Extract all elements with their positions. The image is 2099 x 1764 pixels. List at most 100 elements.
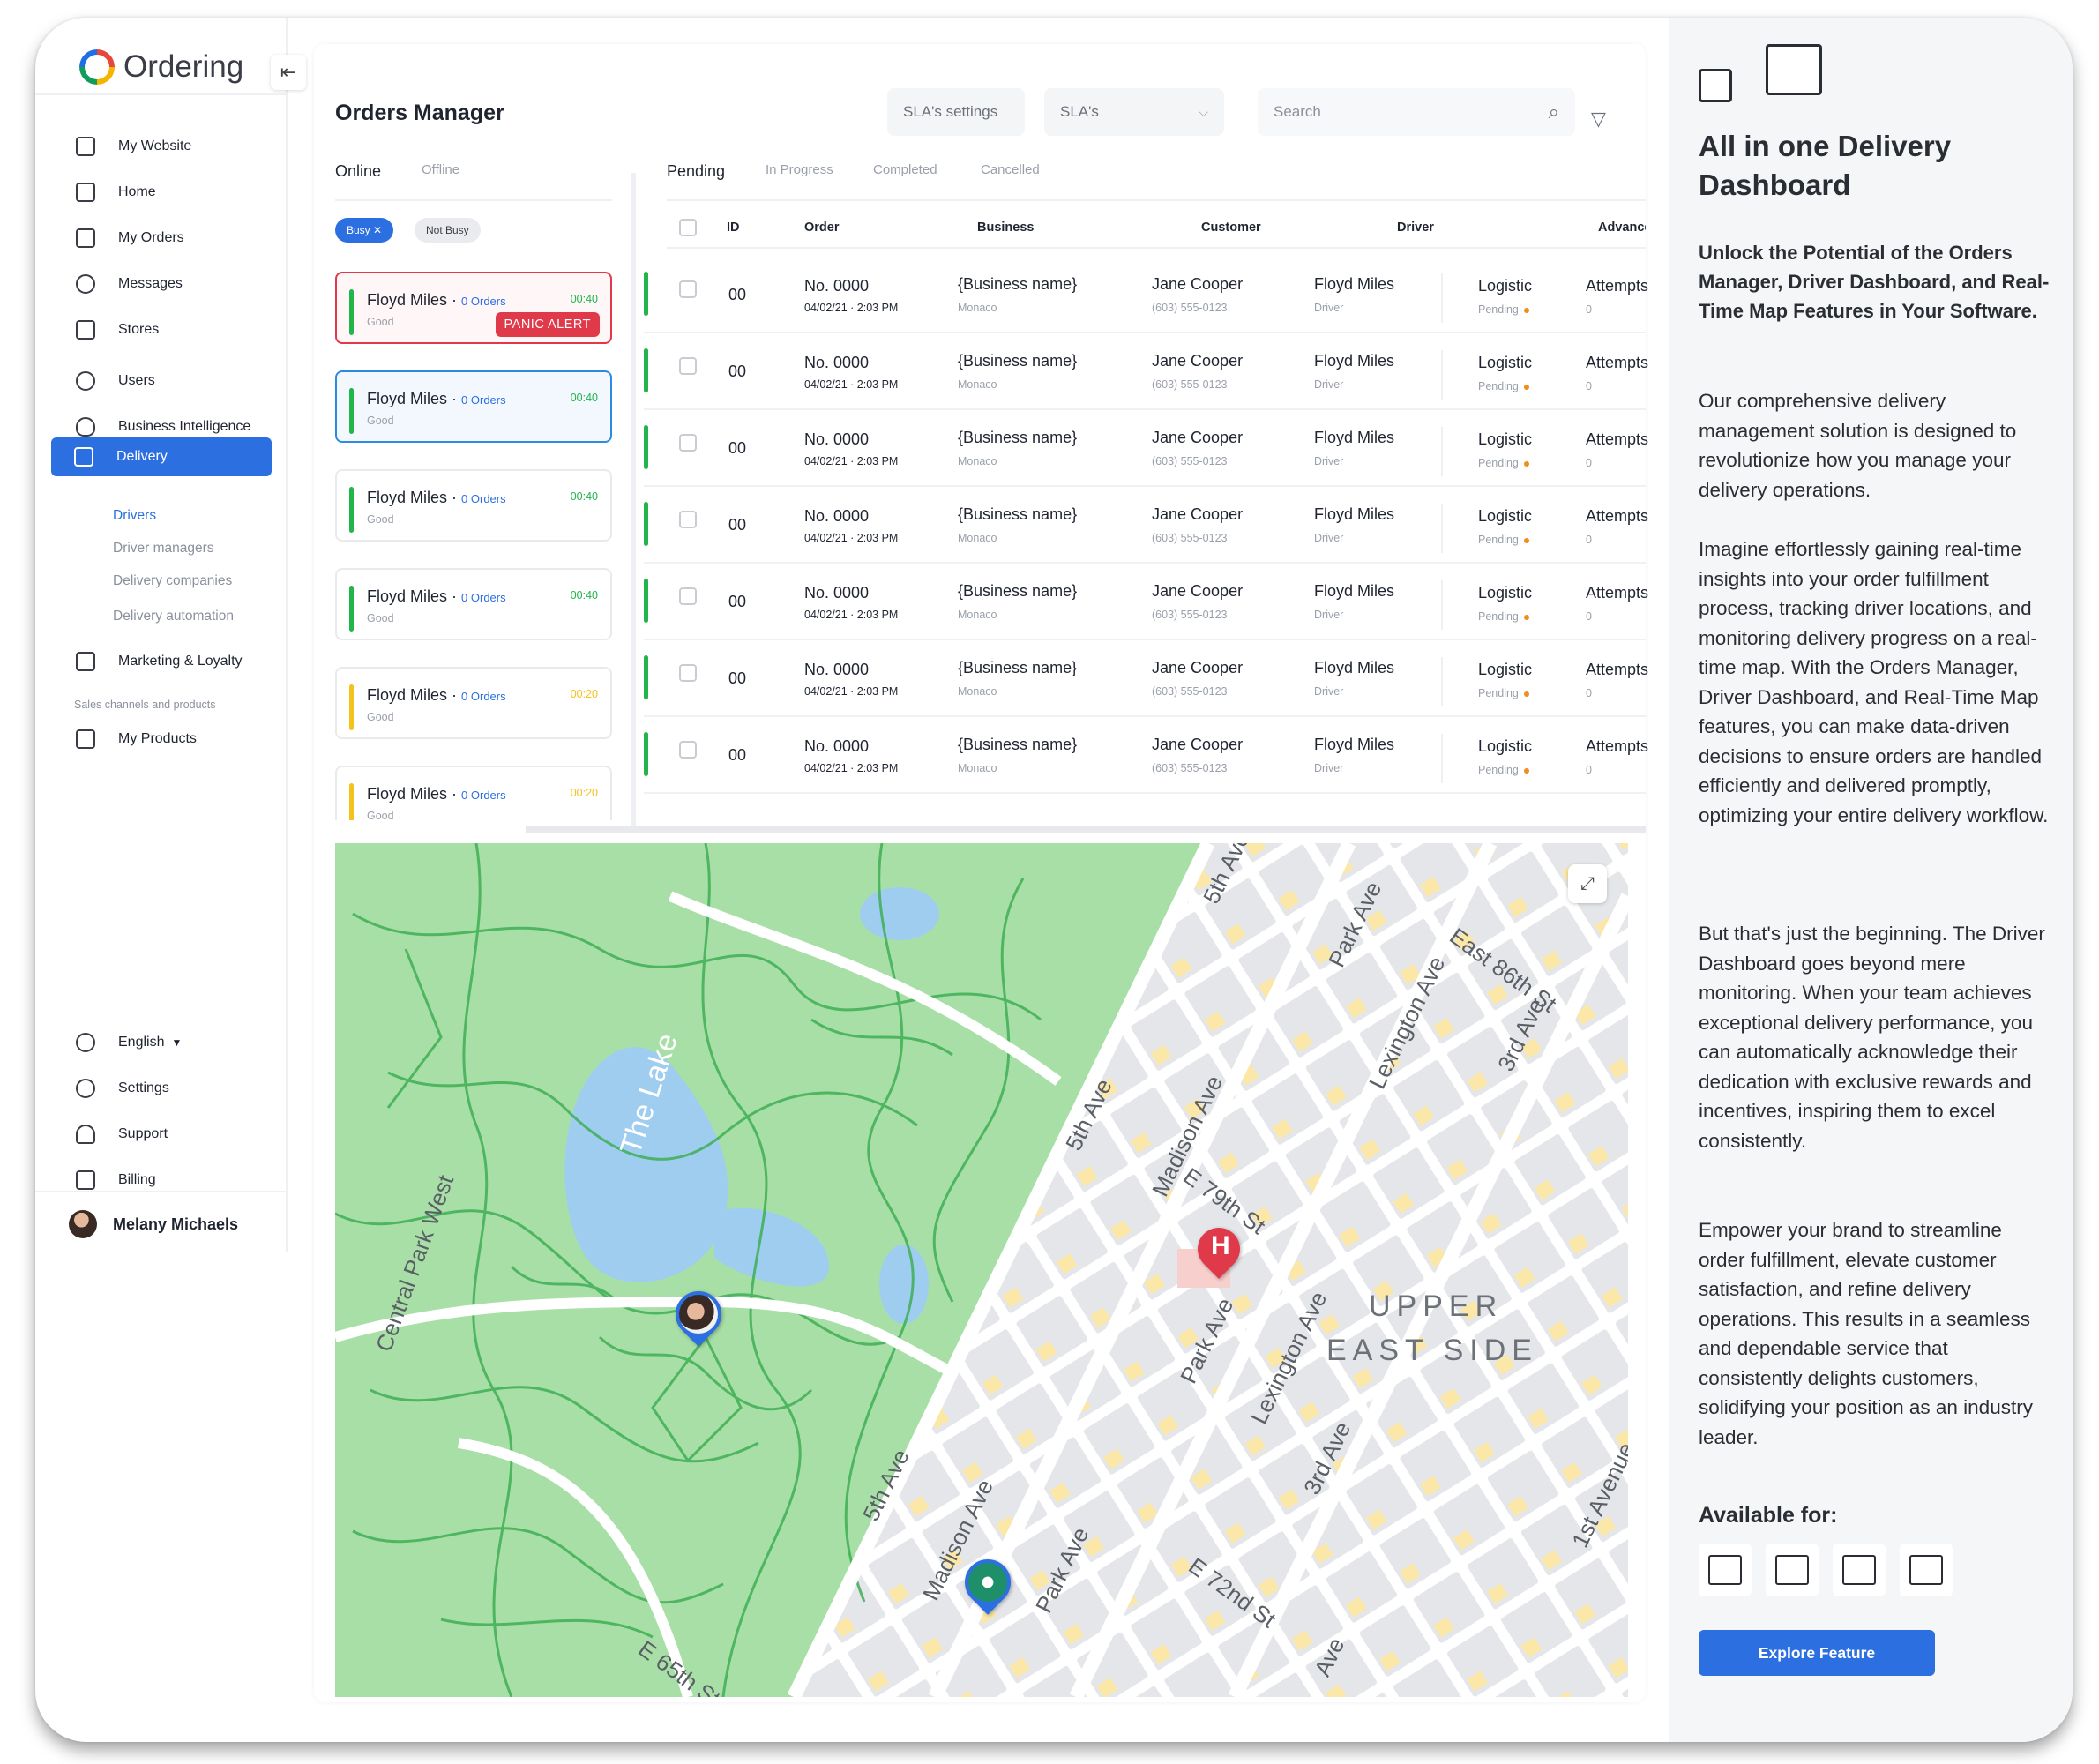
cell-divider (1441, 273, 1443, 323)
chart-line-icon (76, 652, 95, 671)
business-city: Monaco (958, 455, 997, 467)
order-number[interactable]: No. 0000 (804, 737, 869, 756)
driver-name: Floyd Miles (1314, 352, 1395, 370)
driver-status: Good (367, 513, 394, 526)
logistic-label: Logistic (1478, 584, 1533, 602)
driver-name: Floyd Miles (367, 390, 448, 407)
driver-name: Floyd Miles (367, 489, 448, 506)
chevron-down-icon: ⌵ (1199, 104, 1208, 119)
driver-status-bar (349, 586, 354, 632)
panic-alert-badge[interactable]: PANIC ALERT (495, 312, 600, 337)
dashboard-screen-icon (1766, 44, 1822, 95)
driver-name: Floyd Miles (367, 291, 448, 309)
sidebar-item-users[interactable]: Users (53, 362, 273, 400)
select-all-checkbox[interactable] (679, 219, 697, 236)
sidebar-item-delivery[interactable]: Delivery (51, 437, 272, 476)
order-row-checkbox[interactable] (679, 434, 697, 452)
search-input[interactable]: Search ⌕ (1258, 88, 1575, 136)
sidebar-item-messages[interactable]: Messages (53, 265, 273, 303)
driver-name: Floyd Miles (1314, 736, 1395, 753)
tab-cancelled[interactable]: Cancelled (981, 162, 1040, 177)
tab-divider (335, 199, 612, 201)
order-number[interactable]: No. 0000 (804, 584, 869, 602)
logistic-state: Pending (1478, 534, 1529, 546)
attempts-count: 0 (1586, 764, 1592, 776)
driver-card[interactable]: Floyd Miles · 0 Orders Good 00:20 (335, 667, 612, 739)
driver-card[interactable]: Floyd Miles · 0 Orders Good 00:40 (335, 568, 612, 640)
driver-orders-count: 0 Orders (461, 591, 506, 604)
language-selector[interactable]: English ▼ (53, 1023, 273, 1062)
driver-name: Floyd Miles (367, 686, 448, 704)
tab-divider (667, 199, 1646, 201)
driver-card[interactable]: Floyd Miles · 0 Orders Good 00:40 (335, 469, 612, 542)
list-icon (76, 228, 95, 248)
feature-paragraph: But that's just the beginning. The Drive… (1699, 923, 2045, 1152)
driver-status-bar (349, 289, 354, 335)
explore-feature-button[interactable]: Explore Feature (1699, 1630, 1935, 1676)
tab-offline[interactable]: Offline (422, 162, 459, 177)
attempts-count: 0 (1586, 380, 1592, 392)
order-id: 00 (728, 593, 747, 610)
expand-map-icon[interactable]: ⤢ (1568, 864, 1607, 903)
order-number[interactable]: No. 0000 (804, 430, 869, 449)
order-row-checkbox[interactable] (679, 741, 697, 759)
hospital-icon: H (1211, 1231, 1230, 1260)
tab-pending[interactable]: Pending (667, 162, 725, 181)
feature-paragraph: Imagine effortlessly gaining real-time i… (1699, 538, 2049, 826)
customer-phone: (603) 555-0123 (1152, 532, 1228, 544)
sidebar-section-caption: Sales channels and products (74, 699, 216, 711)
user-profile[interactable]: Melany Michaels (69, 1210, 238, 1238)
pending-dot-icon (1523, 307, 1529, 313)
order-id: 00 (728, 439, 747, 457)
attempts-count: 0 (1586, 610, 1592, 623)
sidebar-sub-delivery-companies[interactable]: Delivery companies (113, 573, 232, 589)
map-label-upper: UPPER (1369, 1289, 1504, 1323)
order-row-checkbox[interactable] (679, 587, 697, 605)
order-row-checkbox[interactable] (679, 511, 697, 528)
sidebar-sub-driver-managers[interactable]: Driver managers (113, 541, 214, 557)
sidebar-sub-drivers[interactable]: Drivers (113, 508, 156, 524)
caret-down-icon: ▼ (171, 1036, 183, 1049)
sla-select[interactable]: SLA's ⌵ (1044, 88, 1224, 136)
sidebar-item-stores[interactable]: Stores (53, 310, 273, 349)
driver-card[interactable]: Floyd Miles · 0 Orders Good 00:40 (335, 370, 612, 443)
sidebar-sub-delivery-automation[interactable]: Delivery automation (113, 609, 234, 624)
driver-card[interactable]: Floyd Miles · 0 Orders Good 00:20 (335, 766, 612, 820)
sla-settings-button[interactable]: SLA's settings (887, 88, 1025, 136)
tab-completed[interactable]: Completed (873, 162, 937, 177)
order-row-checkbox[interactable] (679, 357, 697, 375)
real-time-map[interactable]: The Lake Central Park West 5th Ave 5th A… (335, 843, 1628, 1697)
customer-name: Jane Cooper (1152, 505, 1244, 523)
order-number[interactable]: No. 0000 (804, 507, 869, 526)
sidebar-item-marketing-loyalty[interactable]: Marketing & Loyalty (53, 642, 273, 681)
order-number[interactable]: No. 0000 (804, 661, 869, 679)
globe-icon (76, 1033, 95, 1052)
filter-chip-not-busy[interactable]: Not Busy (415, 218, 481, 243)
sidebar-item-settings[interactable]: Settings (53, 1069, 273, 1108)
tab-in-progress[interactable]: In Progress (766, 162, 833, 177)
row-divider (644, 639, 1646, 640)
sidebar-item-support[interactable]: Support (53, 1115, 273, 1154)
order-row-checkbox[interactable] (679, 664, 697, 682)
filter-chip-busy[interactable]: Busy ✕ (335, 218, 394, 243)
sidebar-item-my-website[interactable]: My Website (53, 127, 273, 166)
attempts-count: 0 (1586, 457, 1592, 469)
driver-role: Driver (1314, 532, 1344, 544)
tab-online[interactable]: Online (335, 162, 381, 181)
driver-name: Floyd Miles (1314, 659, 1395, 676)
driver-card[interactable]: Floyd Miles · 0 Orders Good 00:40 PANIC … (335, 272, 612, 344)
order-number[interactable]: No. 0000 (804, 354, 869, 372)
order-number[interactable]: No. 0000 (804, 277, 869, 295)
collapse-sidebar-button[interactable]: ⇤ (271, 55, 306, 90)
brand-logo[interactable]: Ordering (79, 41, 243, 93)
row-divider (644, 408, 1646, 410)
filter-icon[interactable]: ▽ (1591, 108, 1606, 131)
sidebar-item-billing[interactable]: Billing (53, 1161, 273, 1200)
lightbulb-icon (76, 417, 95, 437)
order-row-checkbox[interactable] (679, 280, 697, 298)
attempts-count: 0 (1586, 687, 1592, 699)
sidebar-item-home[interactable]: Home (53, 173, 273, 212)
attempts-label: Attempts (1586, 737, 1649, 755)
sidebar-item-my-orders[interactable]: My Orders (53, 219, 273, 258)
sidebar-item-my-products[interactable]: My Products (53, 720, 273, 759)
